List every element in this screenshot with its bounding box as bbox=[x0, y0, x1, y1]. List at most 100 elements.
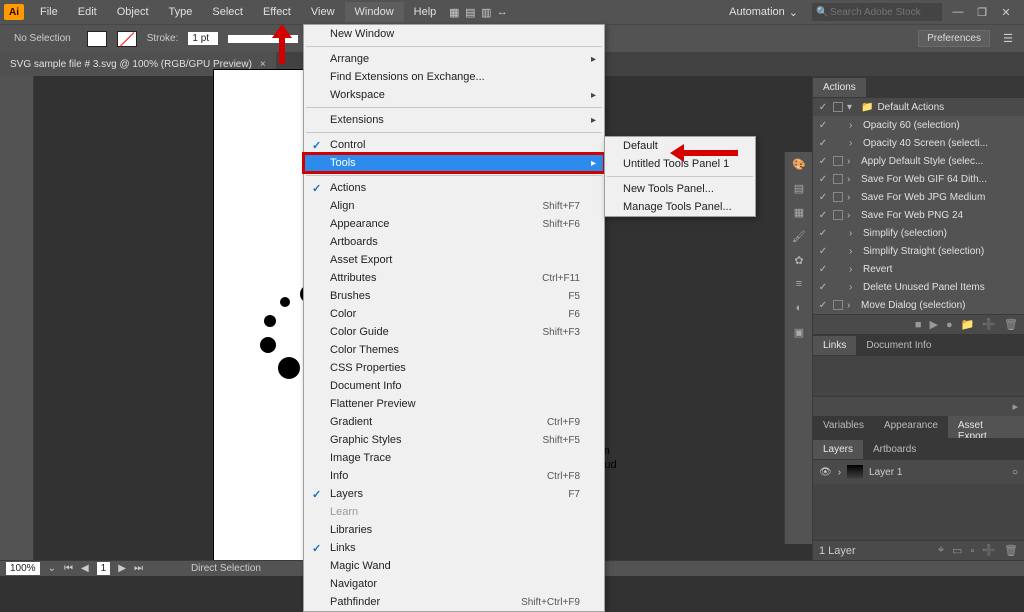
window-menu-new-window[interactable]: New Window bbox=[304, 25, 604, 43]
zoom-level[interactable]: 100% bbox=[6, 562, 40, 575]
automation-dropdown[interactable]: Automation⌄ bbox=[723, 4, 804, 21]
trash-icon[interactable]: 🗑 bbox=[1004, 544, 1018, 557]
tools-panel[interactable] bbox=[0, 76, 34, 560]
stock-search[interactable]: 🔍 bbox=[812, 3, 942, 21]
new-folder-icon[interactable]: 📁 bbox=[961, 318, 975, 331]
artboard-index[interactable]: 1 bbox=[97, 562, 111, 575]
window-menu-align[interactable]: AlignShift+F7 bbox=[304, 197, 604, 215]
window-menu-artboards[interactable]: Artboards bbox=[304, 233, 604, 251]
palette-icon[interactable]: 🎨 bbox=[785, 152, 813, 176]
gradient-icon[interactable]: ◐ bbox=[785, 296, 813, 320]
tab-actions[interactable]: Actions bbox=[813, 78, 866, 97]
window-menu-gradient[interactable]: GradientCtrl+F9 bbox=[304, 413, 604, 431]
toolbar-icon[interactable]: ▦ bbox=[446, 4, 462, 20]
tab-artboards[interactable]: Artboards bbox=[863, 440, 926, 459]
menu-select[interactable]: Select bbox=[202, 2, 253, 22]
action-row[interactable]: ✓›Save For Web PNG 24 bbox=[813, 206, 1024, 224]
menu-window[interactable]: Window bbox=[345, 2, 404, 22]
symbol-icon[interactable]: ✿ bbox=[785, 248, 813, 272]
action-row[interactable]: ✓›Opacity 40 Screen (selecti... bbox=[813, 134, 1024, 152]
stop-icon[interactable]: ■ bbox=[915, 319, 922, 331]
window-menu-color[interactable]: ColorF6 bbox=[304, 305, 604, 323]
tab-variables[interactable]: Variables bbox=[813, 416, 874, 438]
window-menu-attributes[interactable]: AttributesCtrl+F11 bbox=[304, 269, 604, 287]
toolbar-icon[interactable]: ▤ bbox=[462, 4, 478, 20]
tab-document-info[interactable]: Document Info bbox=[856, 336, 941, 355]
menu-type[interactable]: Type bbox=[159, 2, 203, 22]
window-menu-workspace[interactable]: Workspace bbox=[304, 86, 604, 104]
window-menu-pathfinder[interactable]: PathfinderShift+Ctrl+F9 bbox=[304, 593, 604, 611]
window-menu-image-trace[interactable]: Image Trace bbox=[304, 449, 604, 467]
menu-view[interactable]: View bbox=[301, 2, 345, 22]
nav-prev-first[interactable]: ⏮ bbox=[64, 563, 73, 574]
mask-icon[interactable]: ▭ bbox=[952, 544, 962, 557]
window-menu-arrange[interactable]: Arrange bbox=[304, 50, 604, 68]
window-menu-tools[interactable]: Tools bbox=[304, 154, 604, 172]
nav-next-last[interactable]: ⏭ bbox=[134, 563, 143, 574]
layer-row[interactable]: 👁›Layer 1○ bbox=[813, 460, 1024, 484]
window-restore-icon[interactable]: ❐ bbox=[974, 4, 990, 20]
window-menu-brushes[interactable]: BrushesF5 bbox=[304, 287, 604, 305]
window-menu-find-extensions-on-exchange-[interactable]: Find Extensions on Exchange... bbox=[304, 68, 604, 86]
locate-icon[interactable]: ⌖ bbox=[938, 544, 944, 557]
tools-submenu-new-tools-panel-[interactable]: New Tools Panel... bbox=[605, 180, 755, 198]
window-menu-flattener-preview[interactable]: Flattener Preview bbox=[304, 395, 604, 413]
window-menu-color-guide[interactable]: Color GuideShift+F3 bbox=[304, 323, 604, 341]
window-menu-layers[interactable]: LayersF7 bbox=[304, 485, 604, 503]
stroke-icon[interactable]: ≡ bbox=[785, 272, 813, 296]
action-row[interactable]: ✓›Move Dialog (selection) bbox=[813, 296, 1024, 314]
action-row[interactable]: ✓›Save For Web JPG Medium bbox=[813, 188, 1024, 206]
menu-edit[interactable]: Edit bbox=[68, 2, 107, 22]
tab-asset-export[interactable]: Asset Export bbox=[948, 416, 1024, 438]
window-menu-css-properties[interactable]: CSS Properties bbox=[304, 359, 604, 377]
new-layer-icon[interactable]: ➕ bbox=[982, 544, 996, 557]
window-menu-document-info[interactable]: Document Info bbox=[304, 377, 604, 395]
window-menu-color-themes[interactable]: Color Themes bbox=[304, 341, 604, 359]
window-menu-extensions[interactable]: Extensions bbox=[304, 111, 604, 129]
toolbar-icon[interactable]: ▥ bbox=[478, 4, 494, 20]
visibility-icon[interactable]: 👁 bbox=[819, 467, 832, 478]
tab-links[interactable]: Links bbox=[813, 336, 856, 355]
brush-icon[interactable]: 🖌 bbox=[785, 224, 813, 248]
stock-search-input[interactable] bbox=[812, 3, 942, 21]
fill-swatch[interactable] bbox=[87, 31, 107, 47]
tab-appearance[interactable]: Appearance bbox=[874, 416, 948, 438]
trash-icon[interactable]: 🗑 bbox=[1004, 318, 1018, 331]
window-close-icon[interactable]: ✕ bbox=[998, 4, 1014, 20]
window-menu-libraries[interactable]: Libraries bbox=[304, 521, 604, 539]
stroke-weight[interactable]: 1 pt bbox=[188, 32, 218, 45]
action-row[interactable]: ✓›Save For Web GIF 64 Dith... bbox=[813, 170, 1024, 188]
window-menu-navigator[interactable]: Navigator bbox=[304, 575, 604, 593]
action-row[interactable]: ✓›Apply Default Style (selec... bbox=[813, 152, 1024, 170]
transparency-icon[interactable]: ▣ bbox=[785, 320, 813, 344]
actions-folder[interactable]: ✓▾📁Default Actions bbox=[813, 98, 1024, 116]
window-menu-links[interactable]: Links bbox=[304, 539, 604, 557]
close-icon[interactable]: × bbox=[260, 59, 266, 70]
window-menu-actions[interactable]: Actions bbox=[304, 179, 604, 197]
panel-icon[interactable]: ☰ bbox=[1000, 31, 1016, 47]
record-icon[interactable]: ● bbox=[946, 319, 953, 331]
play-icon[interactable]: ▶ bbox=[930, 318, 938, 331]
window-menu-asset-export[interactable]: Asset Export bbox=[304, 251, 604, 269]
window-menu-appearance[interactable]: AppearanceShift+F6 bbox=[304, 215, 604, 233]
action-row[interactable]: ✓›Opacity 60 (selection) bbox=[813, 116, 1024, 134]
toolbar-icon[interactable]: ↔ bbox=[494, 4, 510, 20]
window-menu-graphic-styles[interactable]: Graphic StylesShift+F5 bbox=[304, 431, 604, 449]
window-menu-info[interactable]: InfoCtrl+F8 bbox=[304, 467, 604, 485]
tools-submenu-manage-tools-panel-[interactable]: Manage Tools Panel... bbox=[605, 198, 755, 216]
window-minimize-icon[interactable]: — bbox=[950, 4, 966, 20]
menu-file[interactable]: File bbox=[30, 2, 68, 22]
action-row[interactable]: ✓›Simplify (selection) bbox=[813, 224, 1024, 242]
window-menu-control[interactable]: Control bbox=[304, 136, 604, 154]
action-row[interactable]: ✓›Revert bbox=[813, 260, 1024, 278]
window-menu-magic-wand[interactable]: Magic Wand bbox=[304, 557, 604, 575]
new-action-icon[interactable]: ➕ bbox=[982, 318, 996, 331]
new-sublayer-icon[interactable]: ▫ bbox=[970, 545, 974, 557]
swatches-icon[interactable]: ▦ bbox=[785, 200, 813, 224]
action-row[interactable]: ✓›Simplify Straight (selection) bbox=[813, 242, 1024, 260]
menu-object[interactable]: Object bbox=[107, 2, 159, 22]
library-icon[interactable]: ▤ bbox=[785, 176, 813, 200]
tab-layers[interactable]: Layers bbox=[813, 440, 863, 459]
goto-icon[interactable]: ▸ bbox=[1012, 400, 1018, 413]
nav-prev[interactable]: ◀ bbox=[81, 563, 89, 574]
